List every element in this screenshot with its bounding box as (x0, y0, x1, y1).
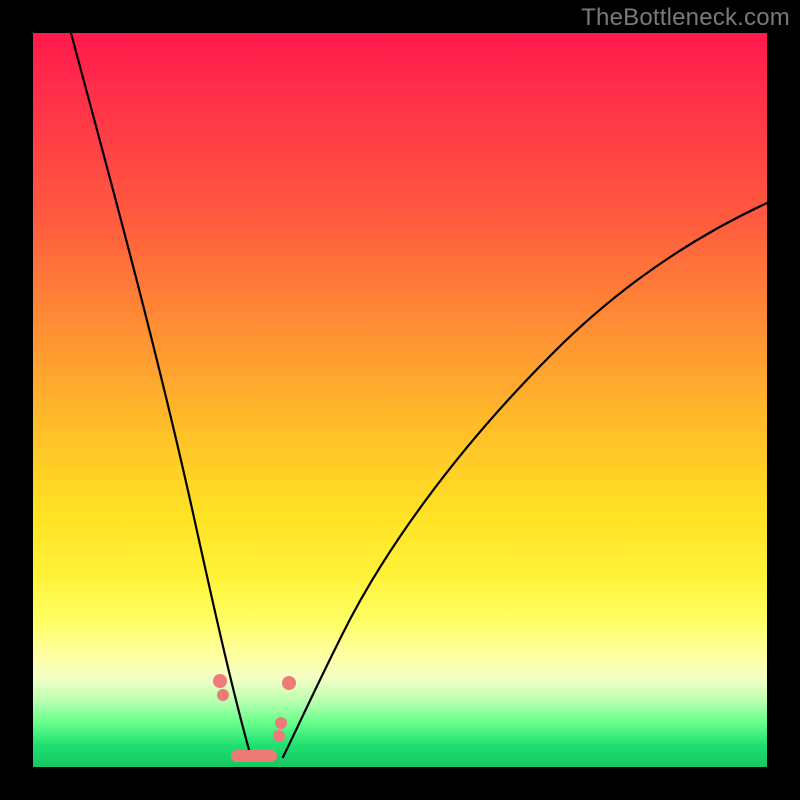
chart-frame: TheBottleneck.com (0, 0, 800, 800)
left-curve (71, 33, 251, 757)
data-point (213, 674, 227, 688)
data-point (217, 689, 229, 701)
right-curve (283, 203, 767, 757)
data-point (275, 717, 287, 729)
data-point (273, 730, 285, 742)
watermark-text: TheBottleneck.com (581, 4, 790, 32)
curves-layer (33, 33, 767, 767)
trough-marker (231, 750, 277, 762)
data-point (282, 676, 296, 690)
